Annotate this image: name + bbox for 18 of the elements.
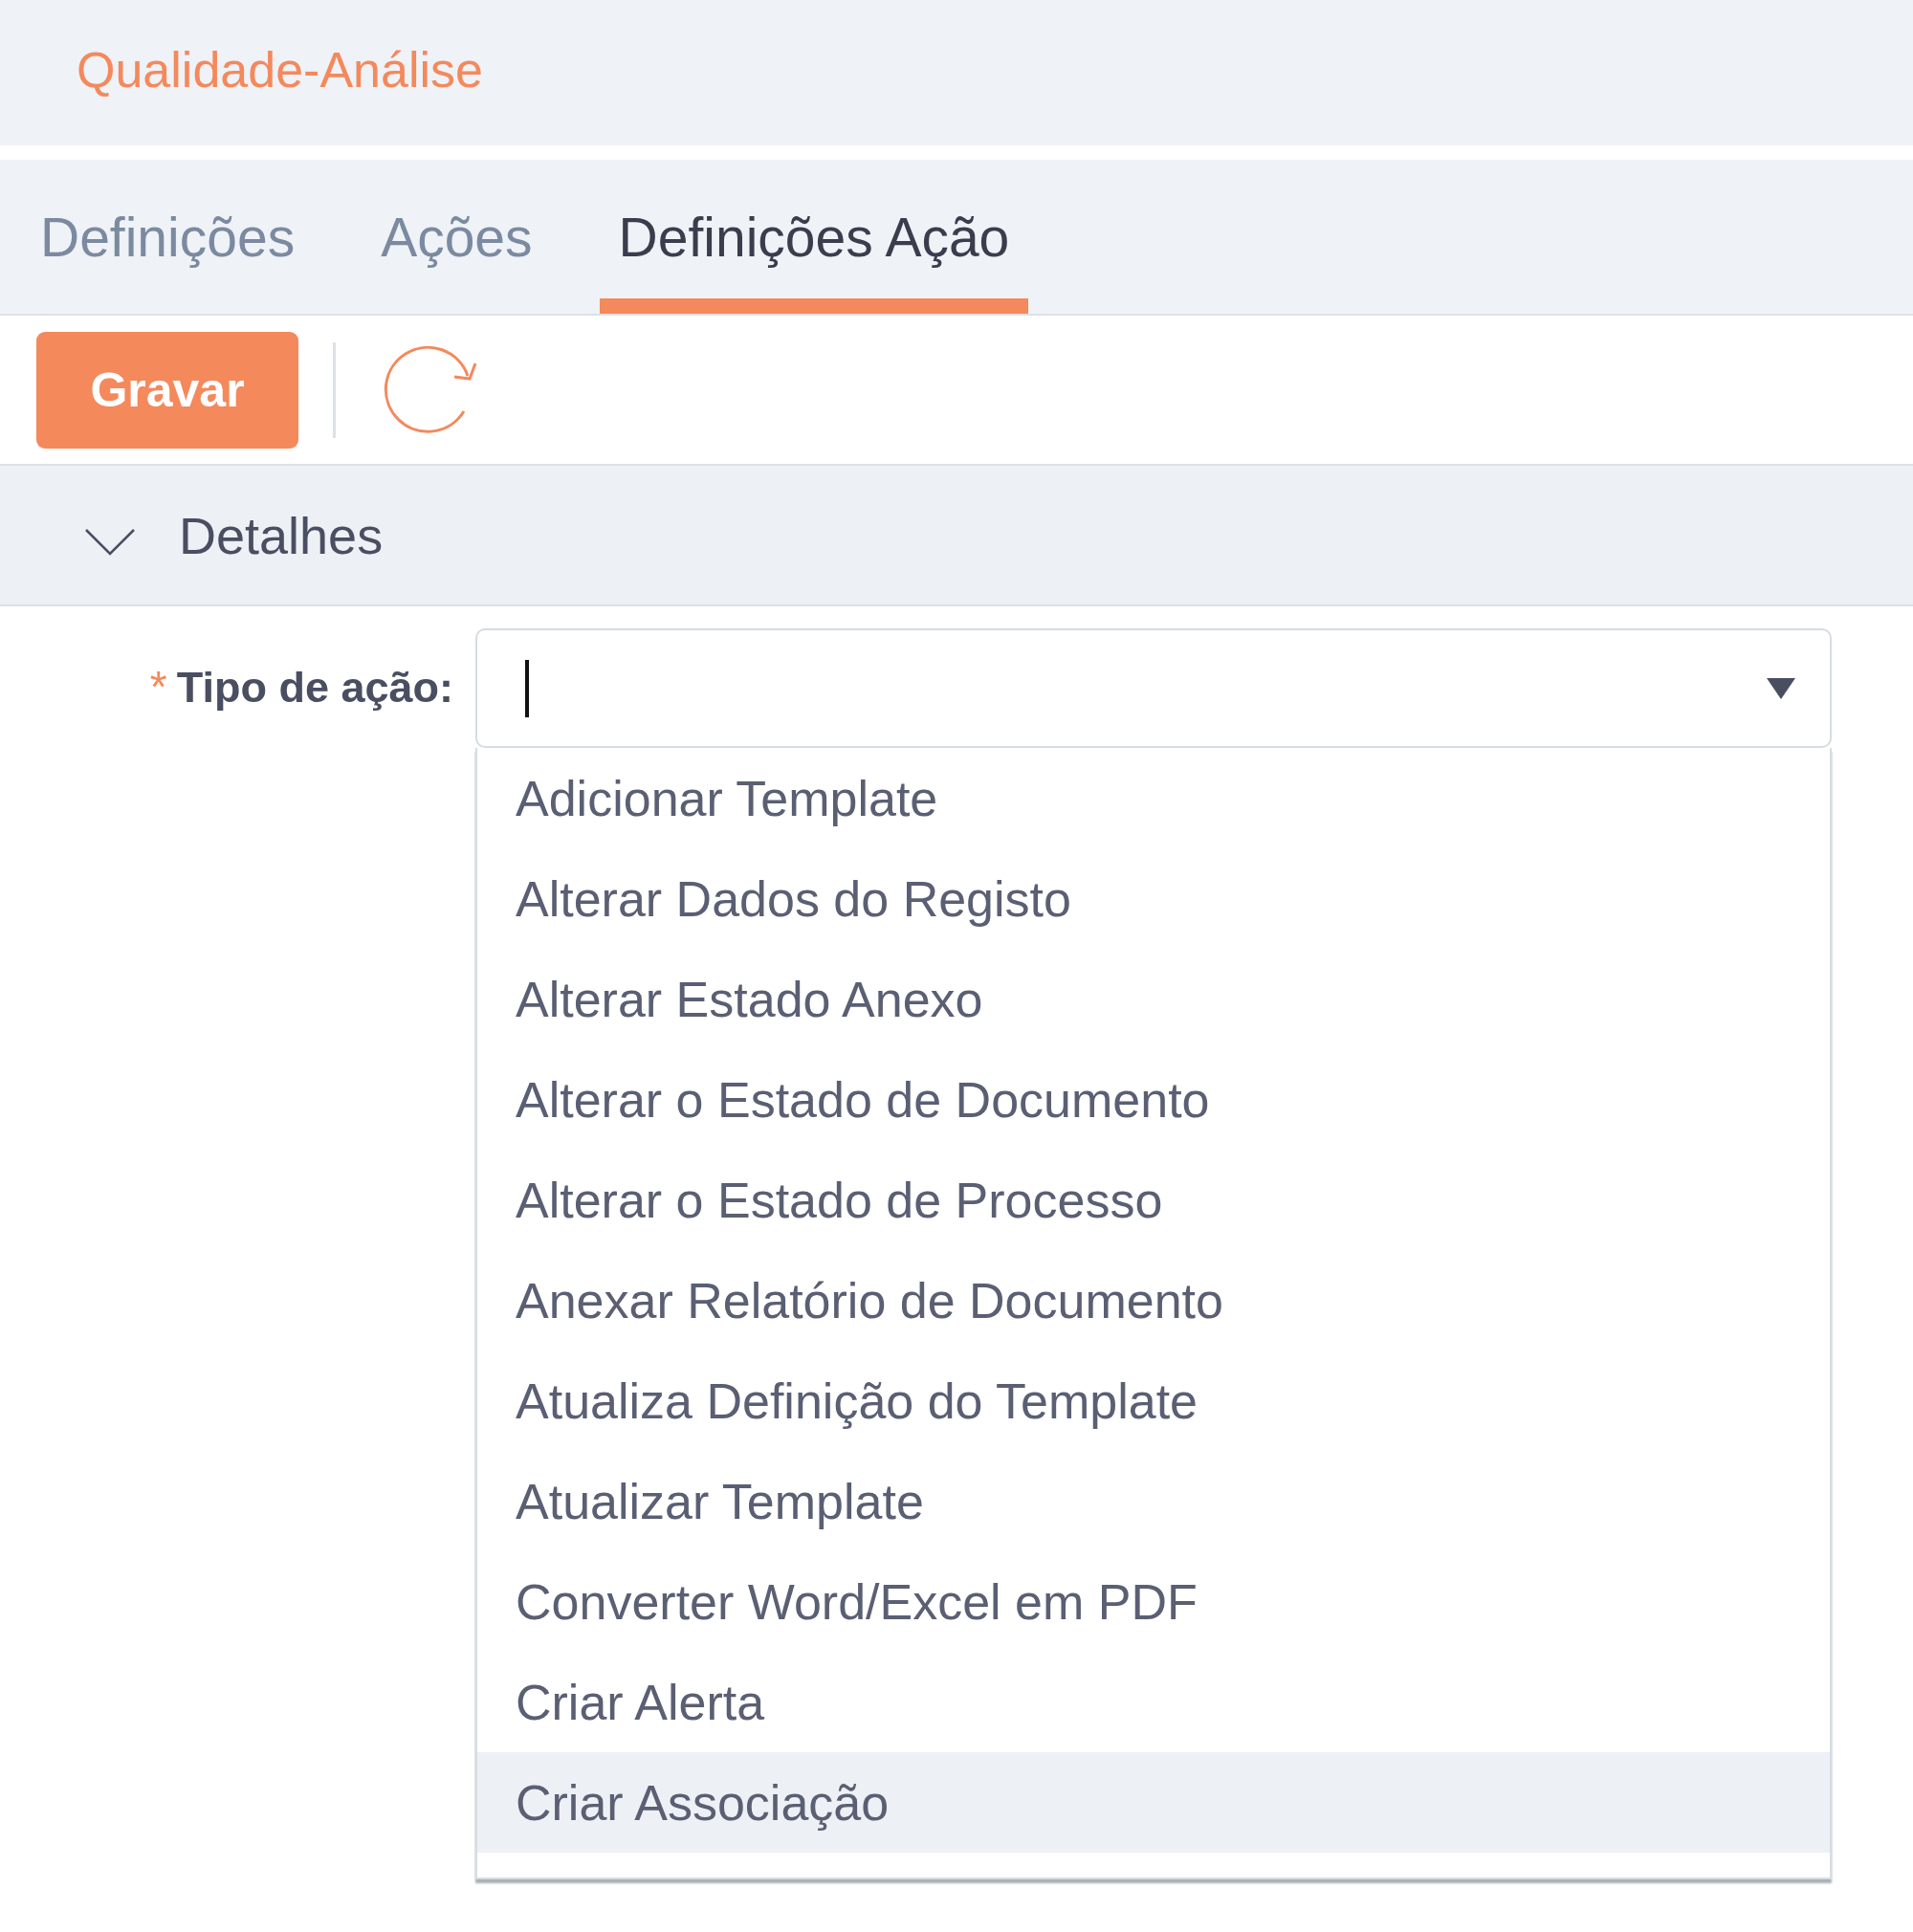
- dropdown-option[interactable]: Criar Alerta: [477, 1652, 1830, 1752]
- app-title: Qualidade-Análise: [77, 42, 483, 98]
- field-label: Tipo de ação:: [176, 663, 453, 713]
- dropdown-option[interactable]: Adicionar Template: [477, 748, 1830, 848]
- dropdown-option[interactable]: Alterar o Estado de Processo: [477, 1150, 1830, 1250]
- dropdown-option[interactable]: Alterar o Estado de Documento: [477, 1049, 1830, 1150]
- section-title: Detalhes: [179, 505, 384, 565]
- dropdown-option[interactable]: Atualizar Template: [477, 1451, 1830, 1551]
- dropdown-option[interactable]: Atualiza Definição do Template: [477, 1350, 1830, 1451]
- dropdown-option[interactable]: Converter Word/Excel em PDF: [477, 1551, 1830, 1652]
- dropdown-option[interactable]: Alterar Estado Anexo: [477, 949, 1830, 1049]
- dropdown-option[interactable]: Anexar Relatório de Documento: [477, 1250, 1830, 1350]
- tab[interactable]: Definições Ação: [599, 160, 1029, 314]
- dropdown-option[interactable]: Alterar Dados do Registo: [477, 848, 1830, 949]
- dropdown-option[interactable]: Criar Associação: [477, 1752, 1830, 1853]
- chevron-icon[interactable]: [84, 527, 136, 557]
- required-mark: *: [149, 661, 167, 713]
- dropdown-arrow-icon[interactable]: [1767, 677, 1795, 699]
